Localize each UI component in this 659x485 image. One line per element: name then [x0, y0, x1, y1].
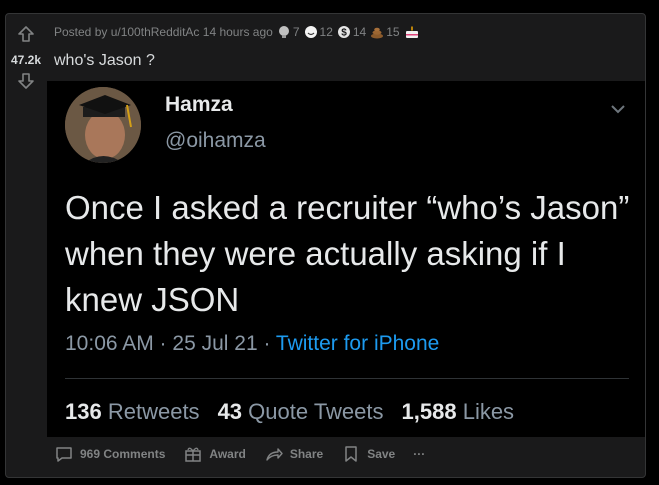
- share-label: Share: [289, 447, 324, 461]
- downvote-arrow-icon[interactable]: [16, 71, 36, 96]
- save-button[interactable]: Save: [341, 444, 395, 464]
- tweet-author-handle: @oihamza: [165, 129, 266, 152]
- quote-stat: 43 Quote Tweets: [218, 399, 384, 425]
- poop-award-icon: [371, 27, 384, 39]
- tweet-time: 10:06 AM · 25 Jul 21 ·: [65, 332, 271, 355]
- post-actions: 969 Comments Award Share Save ···: [54, 444, 425, 464]
- tweet-text: Once I asked a recruiter “who’s Jason” w…: [65, 189, 630, 318]
- award-gold[interactable]: $ 14: [337, 25, 366, 39]
- wholesome-award-icon: [304, 26, 317, 38]
- award-count: 15: [386, 25, 400, 39]
- gold-dollar-award-icon: $: [337, 26, 350, 39]
- more-icon: ···: [413, 447, 426, 461]
- save-label: Save: [367, 447, 396, 461]
- post-title[interactable]: who's Jason ?: [54, 52, 155, 70]
- tweet-client: Twitter for iPhone: [275, 332, 440, 355]
- share-icon: [266, 448, 283, 461]
- award-silver[interactable]: 7: [277, 25, 300, 39]
- tweet-author-name: Hamza: [165, 93, 233, 116]
- more-options-button[interactable]: ···: [413, 447, 425, 461]
- share-button[interactable]: Share: [264, 444, 323, 464]
- comments-button[interactable]: 969 Comments: [54, 444, 165, 464]
- post-card: 47.2k Posted by u/100thRedditAc 14 hours…: [5, 13, 646, 478]
- award-count: 7: [292, 25, 300, 39]
- award-wholesome[interactable]: 12: [304, 25, 333, 39]
- posted-by-link[interactable]: Posted by u/100thRedditAc 14 hours ago: [54, 25, 273, 39]
- post-meta: Posted by u/100thRedditAc 14 hours ago 7…: [54, 25, 422, 39]
- award-label: Award: [209, 447, 246, 461]
- tweet-timestamp: 10:06 AM · 25 Jul 21 · Twitter for iPhon…: [65, 332, 439, 356]
- svg-text:$: $: [341, 28, 347, 39]
- quote-label: Quote Tweets: [248, 399, 384, 424]
- cake-award-icon: [405, 26, 418, 38]
- award-count: 14: [352, 25, 367, 39]
- gift-icon: [185, 447, 202, 462]
- comment-icon: [56, 447, 72, 462]
- like-count: 1,588: [401, 399, 457, 424]
- tweet-stats: 136 Retweets 43 Quote Tweets 1,588 Likes: [65, 399, 514, 425]
- award-count: 12: [319, 25, 333, 39]
- comments-label: 969 Comments: [80, 447, 166, 461]
- retweet-stat: 136 Retweets: [65, 399, 200, 425]
- award-button[interactable]: Award: [183, 444, 246, 464]
- upvote-arrow-icon[interactable]: [16, 24, 36, 49]
- retweet-label: Retweets: [107, 399, 200, 424]
- silver-award-icon: [278, 26, 289, 38]
- bookmark-icon: [345, 446, 357, 462]
- vote-column: 47.2k: [6, 14, 46, 96]
- like-stat: 1,588 Likes: [402, 399, 515, 425]
- award-cake[interactable]: [404, 25, 422, 39]
- tweet-screenshot[interactable]: Hamza @oihamza Once I asked a recruiter …: [47, 81, 645, 437]
- avatar: [65, 87, 141, 163]
- award-poop[interactable]: 15: [370, 25, 400, 39]
- vote-score: 47.2k: [10, 53, 42, 67]
- like-label: Likes: [462, 399, 515, 424]
- retweet-count: 136: [65, 399, 102, 424]
- quote-count: 43: [217, 399, 243, 424]
- divider: [65, 378, 629, 379]
- chevron-down-icon: [610, 101, 626, 119]
